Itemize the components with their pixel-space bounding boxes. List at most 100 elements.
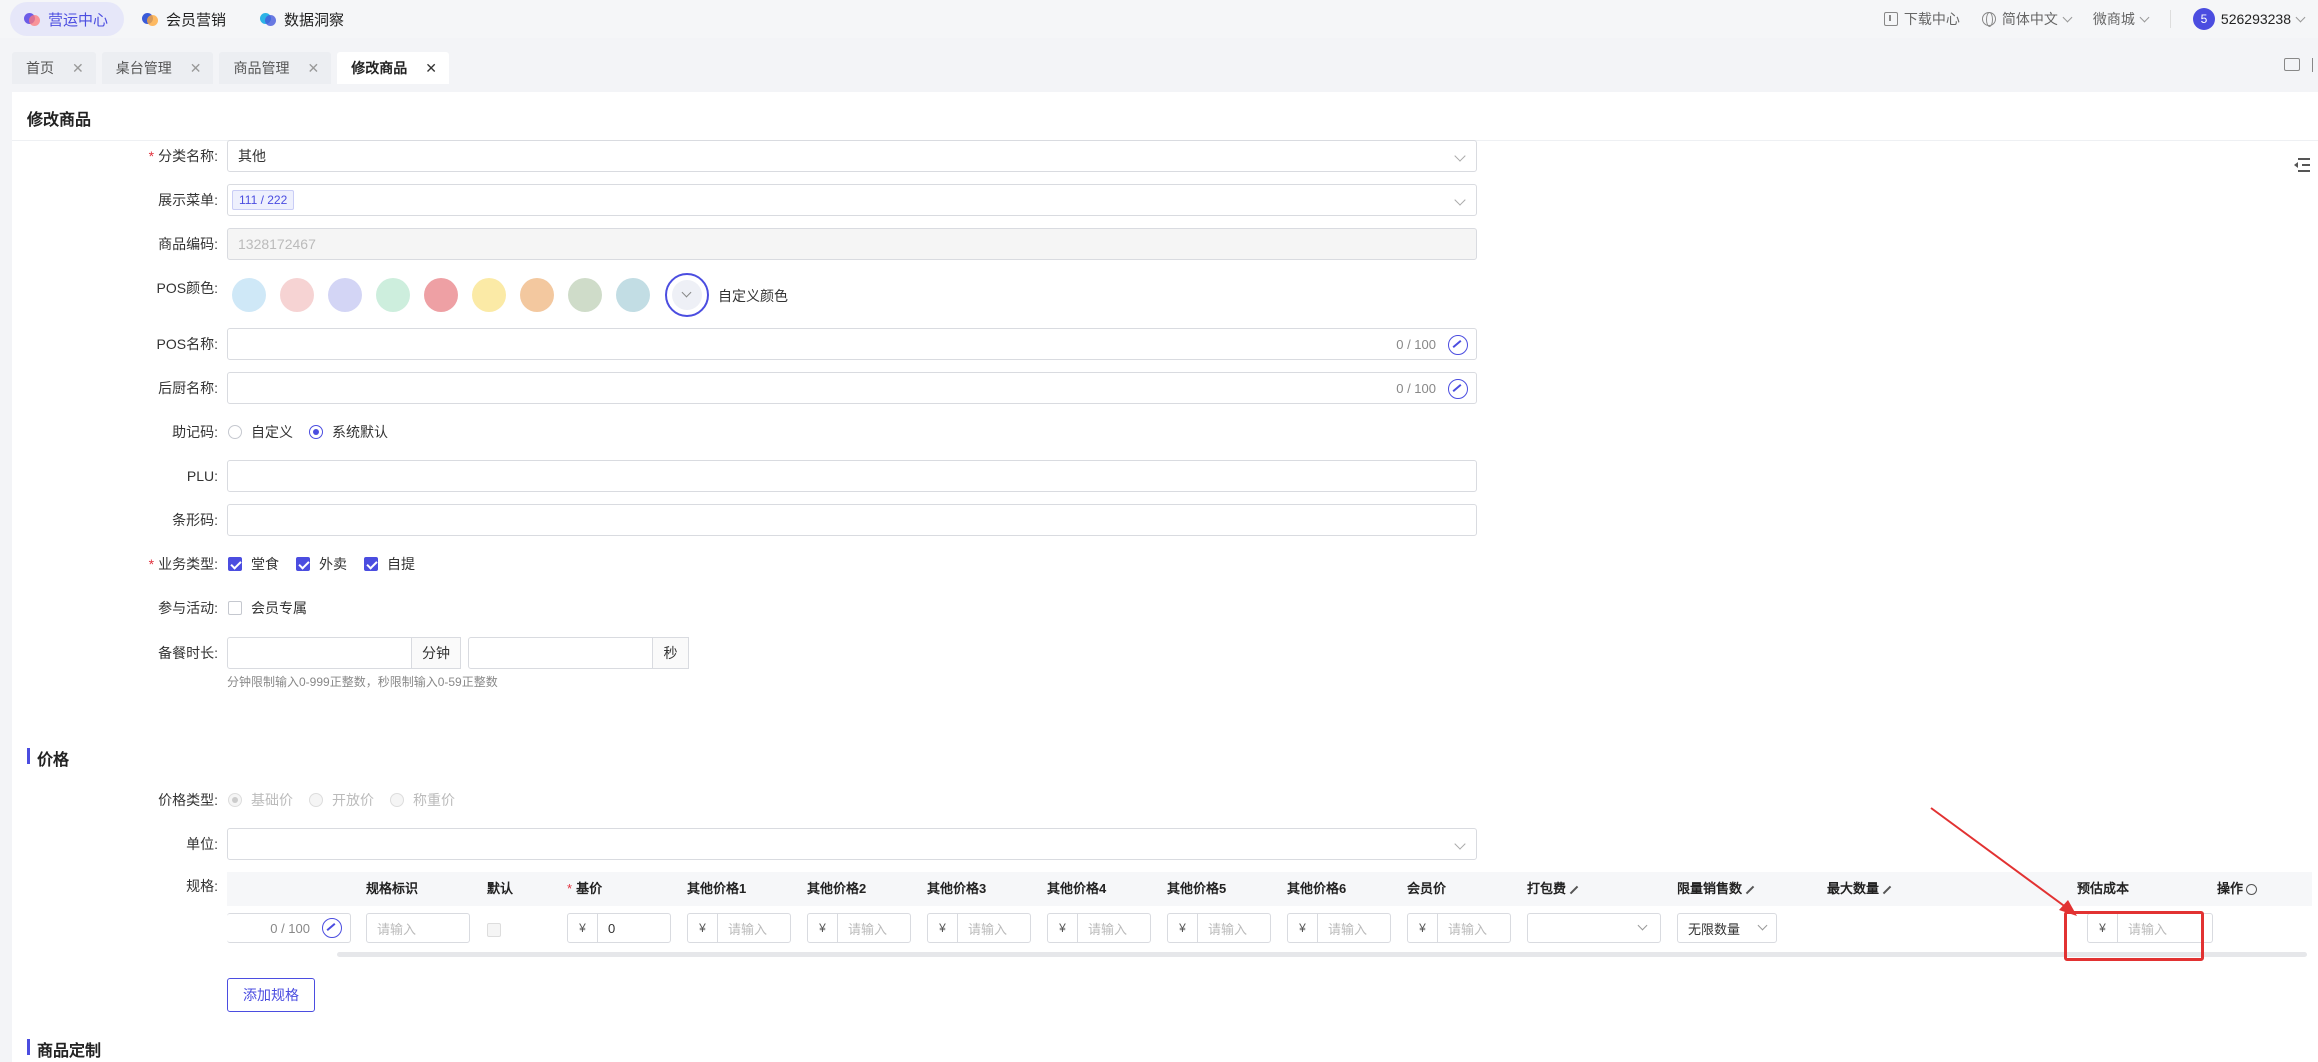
activity-row: 参与活动: 会员专属 — [158, 598, 307, 618]
minute-unit: 分钟 — [411, 637, 461, 669]
edit-icon[interactable] — [1882, 885, 1892, 894]
gear-icon[interactable] — [2246, 884, 2258, 896]
outline-toggle-icon[interactable] — [2294, 157, 2312, 173]
prep-minutes-input[interactable] — [227, 637, 412, 669]
color-swatch[interactable] — [280, 278, 314, 312]
unit-select[interactable] — [227, 828, 1477, 860]
color-swatch[interactable] — [232, 278, 266, 312]
th-member-price: 会员价 — [1407, 881, 1447, 896]
th-base-price: * 基价 — [567, 881, 603, 896]
prep-time-row: 备餐时长: 分钟 秒 — [12, 637, 1512, 669]
close-icon[interactable]: ✕ — [72, 60, 84, 77]
th-other-price-1: 其他价格1 — [687, 881, 747, 896]
download-icon — [1883, 12, 1898, 26]
other-price-6-input[interactable]: ¥ 请输入 — [1287, 913, 1391, 943]
mnemonic-default-radio[interactable]: 系统默认 — [309, 422, 388, 442]
th-other-price-2: 其他价格2 — [807, 881, 867, 896]
chevron-down-icon — [1757, 920, 1768, 931]
nav-operations[interactable]: 营运中心 — [10, 2, 125, 36]
mnemonic-custom-radio[interactable]: 自定义 — [228, 422, 293, 442]
color-swatch[interactable] — [520, 278, 554, 312]
th-other-price-3: 其他价格3 — [927, 881, 987, 896]
tab-home[interactable]: 首页 ✕ — [12, 52, 96, 84]
color-swatch[interactable] — [424, 278, 458, 312]
limit-qty-select[interactable]: 无限数量 — [1677, 913, 1777, 943]
tab-table-management[interactable]: 桌台管理 ✕ — [101, 52, 214, 84]
unit-row: 单位: — [12, 828, 1512, 860]
member-exclusive-checkbox[interactable]: 会员专属 — [228, 598, 307, 618]
spec-default-checkbox[interactable] — [487, 921, 501, 938]
product-code-input: 1328172467 — [227, 228, 1477, 260]
tab-product-management[interactable]: 商品管理 ✕ — [219, 52, 332, 84]
th-max-qty: 最大数量 — [1827, 872, 1892, 906]
nav-data-insight[interactable]: 数据洞察 — [246, 2, 360, 36]
other-price-5-input[interactable]: ¥ 请输入 — [1167, 913, 1271, 943]
chevron-down-icon — [672, 280, 702, 310]
table-scrollbar[interactable] — [337, 952, 2307, 957]
spec-id-input[interactable]: 请输入 — [366, 913, 470, 943]
other-price-1-input[interactable]: ¥ 请输入 — [687, 913, 791, 943]
pos-color-row: POS颜色: 自定义颜色 — [12, 272, 1512, 318]
base-price-radio[interactable]: 基础价 — [228, 790, 293, 810]
page-tabs: 首页 ✕ 桌台管理 ✕ 商品管理 ✕ 修改商品 ✕ — [0, 52, 449, 84]
fullscreen-icon[interactable] — [2312, 58, 2318, 72]
prep-time-hint: 分钟限制输入0-999正整数，秒限制输入0-59正整数 — [227, 675, 498, 689]
spec-name-input[interactable]: 0 / 100 — [227, 913, 351, 943]
annotation-arrow — [1930, 807, 2077, 916]
color-swatch[interactable] — [328, 278, 362, 312]
plu-input[interactable] — [227, 460, 1477, 492]
color-swatch[interactable] — [376, 278, 410, 312]
edit-icon[interactable] — [1569, 885, 1579, 894]
other-price-4-input[interactable]: ¥ 请输入 — [1047, 913, 1151, 943]
takeout-checkbox[interactable]: 外卖 — [296, 554, 347, 574]
barcode-input[interactable] — [227, 504, 1477, 536]
chevron-down-icon — [2295, 12, 2306, 22]
other-price-3-input[interactable]: ¥ 请输入 — [927, 913, 1031, 943]
globe-icon — [1981, 12, 1996, 27]
pickup-checkbox[interactable]: 自提 — [364, 554, 415, 574]
th-other-price-6: 其他价格6 — [1287, 881, 1347, 896]
language-select[interactable]: 简体中文 — [1981, 9, 2073, 29]
th-limit-qty: 限量销售数 — [1677, 872, 1755, 906]
close-icon[interactable]: ✕ — [425, 60, 437, 77]
color-swatch[interactable] — [616, 278, 650, 312]
weight-price-radio[interactable]: 称重价 — [390, 790, 455, 810]
close-icon[interactable]: ✕ — [307, 60, 319, 77]
pos-name-row: POS名称: 0 / 100 — [12, 328, 1512, 360]
dine-in-checkbox[interactable]: 堂食 — [228, 554, 279, 574]
edit-icon[interactable] — [1745, 885, 1755, 894]
nav-member-marketing[interactable]: 会员营销 — [128, 2, 242, 36]
custom-color-picker[interactable] — [665, 273, 709, 317]
th-actions: 操作 — [2217, 872, 2258, 906]
th-other-price-4: 其他价格4 — [1047, 881, 1107, 896]
biz-type-row: * 业务类型: 堂食 外卖 自提 — [148, 554, 415, 574]
ai-translate-icon[interactable] — [1448, 335, 1468, 355]
pos-name-input[interactable]: 0 / 100 — [227, 328, 1477, 360]
packing-fee-select[interactable] — [1527, 913, 1661, 943]
add-spec-button[interactable]: 添加规格 — [227, 978, 315, 1012]
color-swatch[interactable] — [568, 278, 602, 312]
base-price-input[interactable]: ¥0 — [567, 913, 671, 943]
plu-row: PLU: — [12, 460, 1512, 492]
other-price-2-input[interactable]: ¥ 请输入 — [807, 913, 911, 943]
tab-edit-product[interactable]: 修改商品 ✕ — [337, 52, 449, 84]
lock-icon[interactable] — [2284, 58, 2300, 71]
category-select[interactable]: 其他 — [227, 140, 1477, 172]
close-icon[interactable]: ✕ — [190, 60, 202, 77]
prep-seconds-input[interactable] — [468, 637, 653, 669]
kitchen-name-input[interactable]: 0 / 100 — [227, 372, 1477, 404]
open-price-radio[interactable]: 开放价 — [309, 790, 374, 810]
color-swatch[interactable] — [472, 278, 506, 312]
menu-select[interactable]: 111 / 222 — [227, 184, 1477, 216]
account-menu[interactable]: 5 526293238 — [2192, 8, 2306, 30]
ai-translate-icon[interactable] — [1448, 379, 1468, 399]
member-price-input[interactable]: ¥ 请输入 — [1407, 913, 1511, 943]
download-center[interactable]: 下载中心 — [1883, 9, 1960, 29]
category-row: * 分类名称: 其他 — [12, 140, 1512, 172]
ai-translate-icon[interactable] — [322, 918, 342, 938]
color-swatches — [232, 278, 732, 312]
barcode-row: 条形码: — [12, 504, 1512, 536]
price-section-title: 价格 — [27, 746, 69, 770]
kitchen-name-row: 后厨名称: 0 / 100 — [12, 372, 1512, 404]
store-select[interactable]: 微商城 — [2093, 9, 2150, 29]
